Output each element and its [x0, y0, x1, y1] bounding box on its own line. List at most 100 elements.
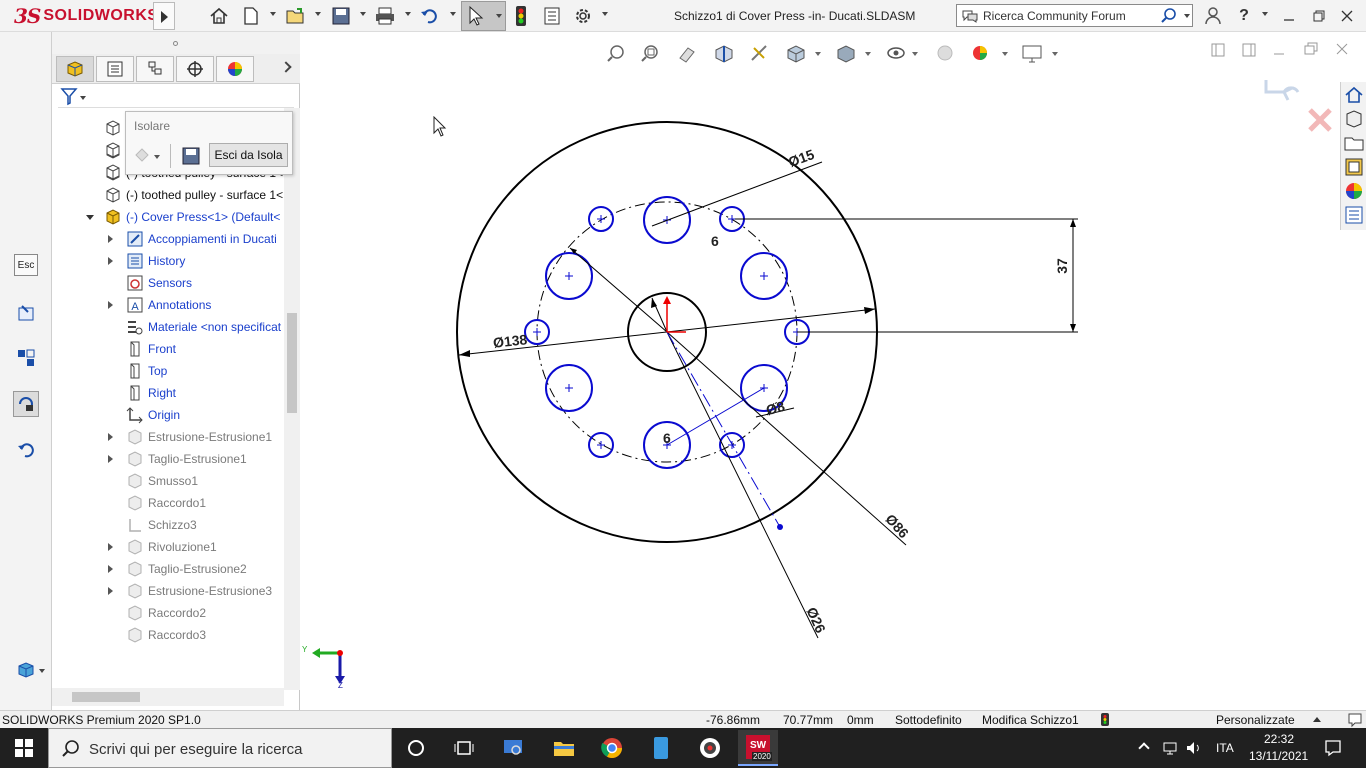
tree-item[interactable]: Accoppiamenti in Ducati [52, 228, 284, 250]
panel-grip[interactable] [52, 32, 300, 54]
expand-arrow-icon[interactable] [108, 433, 113, 441]
tree-item[interactable]: Estrusione-Estrusione3 [52, 580, 284, 602]
sketch-canvas[interactable] [301, 32, 1340, 710]
collapse-arrow-icon[interactable] [86, 215, 94, 220]
tab-display-manager[interactable] [216, 56, 254, 82]
taskbar-app-phone[interactable] [641, 732, 681, 764]
part-icon[interactable] [104, 163, 122, 181]
tab-property-manager[interactable] [96, 56, 134, 82]
view-orientation-button[interactable] [13, 657, 45, 683]
tree-item[interactable]: Raccordo2 [52, 602, 284, 624]
tree-horizontal-scrollbar[interactable] [52, 688, 284, 706]
taskbar-app-search[interactable] [494, 732, 534, 764]
dimension-large-hole-a[interactable]: 6 [711, 233, 719, 249]
taskbar-app-explorer[interactable] [544, 732, 584, 764]
tab-dimxpert-manager[interactable] [176, 56, 214, 82]
select-tool-button[interactable] [461, 1, 506, 31]
tree-item[interactable]: (-) Cover Press<1> (Default< [52, 206, 284, 228]
dimension-large-hole-b[interactable]: 6 [663, 430, 671, 446]
community-search-input[interactable]: Ricerca Community Forum [956, 4, 1193, 27]
part-icon[interactable] [104, 141, 122, 159]
tree-item[interactable]: Materiale <non specificat [52, 316, 284, 338]
new-document-button[interactable] [239, 4, 263, 28]
rebuild-button[interactable] [509, 4, 533, 28]
tree-item[interactable]: Rivoluzione1 [52, 536, 284, 558]
taskbar-app-chrome[interactable] [592, 732, 632, 764]
tree-item[interactable]: Right [52, 382, 284, 404]
view-palette-icon[interactable] [1343, 156, 1365, 178]
save-dropdown-caret[interactable] [360, 12, 366, 16]
user-account-button[interactable] [1202, 5, 1224, 27]
search-icon[interactable] [1160, 7, 1178, 25]
expand-arrow-icon[interactable] [108, 235, 113, 243]
input-language[interactable]: ITA [1216, 741, 1234, 755]
solidworks-logo[interactable]: 3S SOLIDWORKS [14, 3, 159, 29]
help-dropdown-caret[interactable] [1262, 12, 1268, 16]
tree-item[interactable]: Sensors [52, 272, 284, 294]
volume-icon[interactable] [1185, 740, 1203, 756]
restore-window-button[interactable] [1308, 5, 1330, 27]
expand-arrow-icon[interactable] [108, 565, 113, 573]
options-button[interactable] [571, 4, 595, 28]
undo-dropdown-caret[interactable] [450, 12, 456, 16]
taskbar-app-media[interactable] [690, 732, 730, 764]
dimension-vertical[interactable]: 37 [1054, 258, 1070, 274]
expand-arrow-icon[interactable] [108, 301, 113, 309]
display-relations-button[interactable] [13, 345, 39, 371]
new-dropdown-caret[interactable] [270, 12, 276, 16]
file-explorer-icon[interactable] [1343, 132, 1365, 154]
print-dropdown-caret[interactable] [405, 12, 411, 16]
units-caret[interactable] [1313, 717, 1321, 722]
escape-button[interactable]: Esc [14, 254, 38, 276]
menu-expand-button[interactable] [153, 2, 175, 30]
windows-start-icon[interactable] [15, 739, 33, 757]
more-tabs-arrow[interactable] [280, 61, 292, 73]
tree-item[interactable]: History [52, 250, 284, 272]
sketch-tool-button[interactable] [13, 300, 39, 326]
save-disk-icon[interactable] [181, 146, 201, 166]
open-button[interactable] [284, 4, 308, 28]
part-icon[interactable] [104, 119, 122, 137]
tooltip-icon[interactable] [1347, 712, 1363, 728]
taskbar-search-box[interactable]: Scrivi qui per eseguire la ricerca [48, 728, 392, 768]
undo-button[interactable] [418, 4, 442, 28]
expand-arrow-icon[interactable] [108, 455, 113, 463]
expand-arrow-icon[interactable] [108, 257, 113, 265]
minimize-window-button[interactable] [1278, 5, 1300, 27]
tree-item[interactable]: (-) toothed pulley - surface 1< [52, 184, 284, 206]
tree-filter[interactable] [58, 84, 294, 108]
tree-item[interactable]: Raccordo1 [52, 492, 284, 514]
tree-vertical-scrollbar[interactable] [284, 108, 300, 690]
tree-item[interactable]: Top [52, 360, 284, 382]
custom-properties-icon[interactable] [1343, 204, 1365, 226]
print-button[interactable] [373, 4, 397, 28]
task-view-button[interactable] [444, 732, 484, 764]
undo-strip-button[interactable] [13, 438, 39, 464]
home-icon[interactable] [1343, 84, 1365, 106]
tree-item[interactable]: Taglio-Estrusione2 [52, 558, 284, 580]
options-dropdown-caret[interactable] [602, 12, 608, 16]
appearances-icon[interactable] [1343, 180, 1365, 202]
design-library-icon[interactable] [1343, 108, 1365, 130]
tree-item[interactable]: Schizzo3 [52, 514, 284, 536]
open-dropdown-caret[interactable] [315, 12, 321, 16]
network-icon[interactable] [1162, 740, 1180, 756]
display-style-icon[interactable] [132, 145, 162, 167]
exit-isolate-button[interactable]: Esci da Isola [209, 143, 288, 167]
close-window-button[interactable] [1336, 5, 1358, 27]
rebuild-status-icon[interactable] [1101, 713, 1109, 726]
home-button[interactable] [207, 4, 231, 28]
file-properties-button[interactable] [540, 4, 564, 28]
tab-feature-manager[interactable] [56, 56, 94, 82]
cortana-button[interactable] [396, 732, 436, 764]
tree-item[interactable]: Estrusione-Estrusione1 [52, 426, 284, 448]
tab-configuration-manager[interactable] [136, 56, 174, 82]
unit-system[interactable]: Personalizzate [1216, 713, 1295, 727]
tray-chevron[interactable] [1138, 740, 1152, 754]
lock-view-button[interactable] [13, 391, 39, 417]
tree-item[interactable]: Smusso1 [52, 470, 284, 492]
save-button[interactable] [329, 4, 353, 28]
tree-item[interactable]: A Annotations [52, 294, 284, 316]
clock-date[interactable]: 13/11/2021 [1249, 749, 1308, 763]
hscroll-thumb[interactable] [72, 692, 140, 702]
